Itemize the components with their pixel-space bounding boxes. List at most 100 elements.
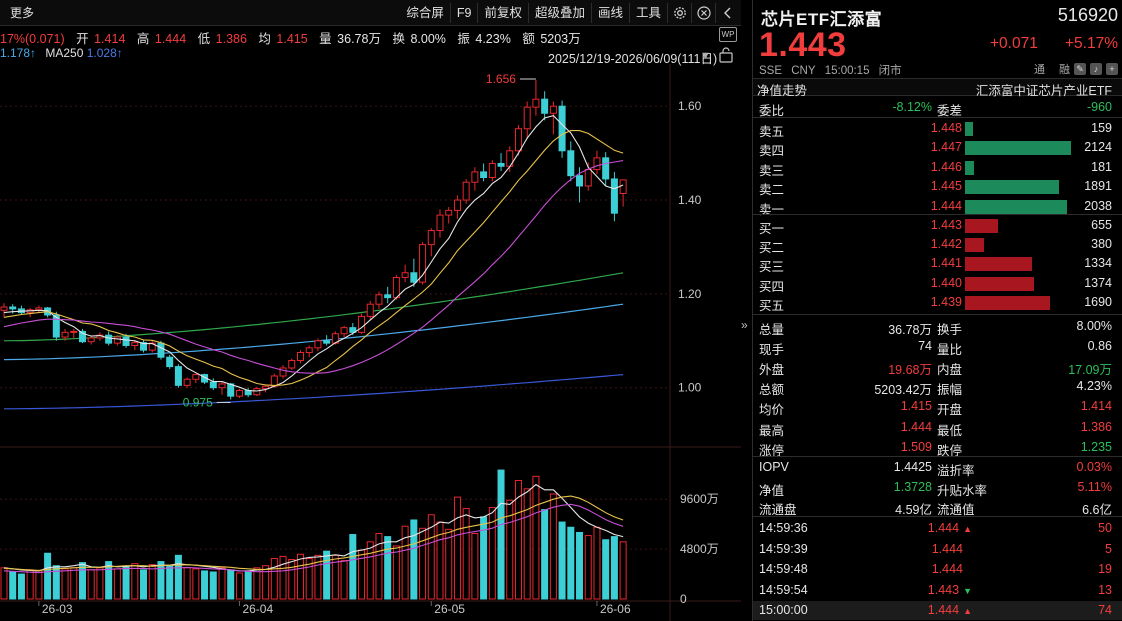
change-text: 17%(0.071) [0,32,65,46]
bid-depth-bar [965,276,1034,291]
ask-volume: 2038 [1084,198,1112,213]
f9-button[interactable]: F9 [449,3,478,23]
candle-up [235,390,243,397]
stat-value: 36.78万 [888,323,932,337]
chevron-left-icon[interactable] [715,3,739,23]
tick-time: 14:59:48 [759,562,808,576]
edit-icon[interactable]: ✎ [1074,63,1086,75]
nav-tab-bar: 净值走势 汇添富中证芯片产业ETF [753,78,1122,99]
candle-up [358,315,366,333]
add-icon[interactable]: + [1106,63,1118,75]
bid-depth-bar [965,219,998,233]
candle-up [87,337,95,343]
volume-bar-up [532,475,540,600]
bid-row[interactable]: 买五 1.439 1690 [753,293,1122,313]
x-axis-label: 26-04 [242,602,273,616]
wp-icon[interactable]: WP [719,27,737,42]
ask-level-label: 卖四 [759,144,785,159]
tick-time: 15:00:00 [759,603,808,617]
ma60-line [3,272,624,342]
super-overlay-button[interactable]: 超级叠加 [527,3,591,23]
volume-tick-label: 0 [680,592,687,606]
ask-row[interactable]: 卖四 1.447 2124 [753,138,1122,159]
candle-down [384,294,392,299]
ma5-line [3,114,624,392]
volume-bar-down [541,509,549,600]
stat-value: 1.415 [900,399,932,414]
candle-up [375,294,383,305]
price-change-percent: +5.17% [1064,35,1118,52]
ma250-label: MA250 [45,46,84,60]
stat-label: IOPV [759,460,789,474]
settings-gear-icon[interactable] [667,3,691,23]
range-dropdown-icon[interactable]: ▼ [700,50,711,62]
close-circle-icon[interactable] [691,3,715,23]
panel-collapse-icon[interactable]: » [741,318,751,332]
volume-bar-down [44,552,52,600]
candle-up [593,157,601,171]
volume-bar-down [497,469,505,600]
forward-adjust-button[interactable]: 前复权 [477,3,528,23]
stat-label: 净值 [759,483,785,498]
price-tick-label: 1.20 [678,287,702,301]
candle-up [462,181,470,201]
volume-bar-down [157,561,165,600]
stat-row: 净值 1.3728 升贴水率 5.11% [753,478,1122,498]
candle-up [445,209,453,216]
volume-bar-up [26,569,34,600]
divider [753,516,1122,517]
ask-row[interactable]: 卖三 1.446 181 [753,158,1122,178]
bid-row[interactable]: 买二 1.442 380 [753,235,1122,255]
stat-value: 8.00% [1076,319,1112,333]
tab-nav-trend[interactable]: 净值走势 [757,80,807,99]
candle-up [183,378,191,386]
tick-time: 14:59:36 [759,521,808,535]
stat-row: 总量 36.78万 换手 8.00% [753,317,1122,337]
stat-row: 均价 1.415 开盘 1.414 [753,397,1122,417]
bid-price: 1.439 [930,294,962,309]
draw-line-button[interactable]: 画线 [590,3,629,23]
candle-up [288,359,296,369]
bid-row[interactable]: 买四 1.440 1374 [753,274,1122,294]
candle-down [567,150,575,177]
volume-bar-up [340,560,348,600]
volume-bar-down [201,570,209,600]
ask-row[interactable]: 卖二 1.445 1891 [753,177,1122,197]
ask-depth-bar [965,180,1060,195]
candle-down [227,383,235,397]
bid-level-label: 买五 [759,298,785,313]
volume-bar-down [140,569,148,600]
divider [753,456,1122,457]
x-axis-label: 26-05 [434,602,465,616]
market-meta-row: SSE CNY 15:00:15 闭市 [759,62,908,78]
bid-row[interactable]: 买一 1.443 655 [753,216,1122,236]
tick-price-text: 1.444 [927,603,960,617]
amount-label: 额 [522,32,535,46]
lock-range-icon[interactable] [718,47,734,63]
tick-price: 1.444 [932,562,972,576]
ask-level-label: 卖三 [759,163,785,178]
ask-price: 1.444 [930,198,962,213]
tick-volume: 19 [1098,562,1112,576]
candle-up [253,388,261,396]
ask-depth-bar [965,122,973,136]
price-tick-label: 1.00 [678,381,702,395]
stat-row: IOPV 1.4425 溢折率 0.03% [753,458,1122,478]
stat-row: 流通盘 4.59亿 流通值 6.6亿 [753,497,1122,517]
turnover-value: 8.00% [410,32,446,46]
kline-chart[interactable]: 1.60 1.40 1.20 1.00 9600万 4800万 0 1.656 0.975 26-… [0,64,741,621]
low-annotation: 0.975 [183,395,213,409]
volume-bar-down [244,570,252,600]
more-button[interactable]: 更多 [6,4,38,22]
ask-row[interactable]: 卖五 1.448 159 [753,119,1122,139]
bell-icon[interactable]: ♪ [1090,63,1102,75]
x-axis-label: 26-06 [600,602,631,616]
volume-bar-down [576,531,584,600]
composite-screen-button[interactable]: 综合屏 [400,3,450,23]
market-status: 闭市 [878,65,902,77]
candle-down [541,98,549,114]
bid-row[interactable]: 买三 1.441 1334 [753,254,1122,274]
candle-up [218,383,226,389]
tools-button[interactable]: 工具 [628,3,667,23]
ask-row[interactable]: 卖一 1.444 2038 [753,197,1122,217]
